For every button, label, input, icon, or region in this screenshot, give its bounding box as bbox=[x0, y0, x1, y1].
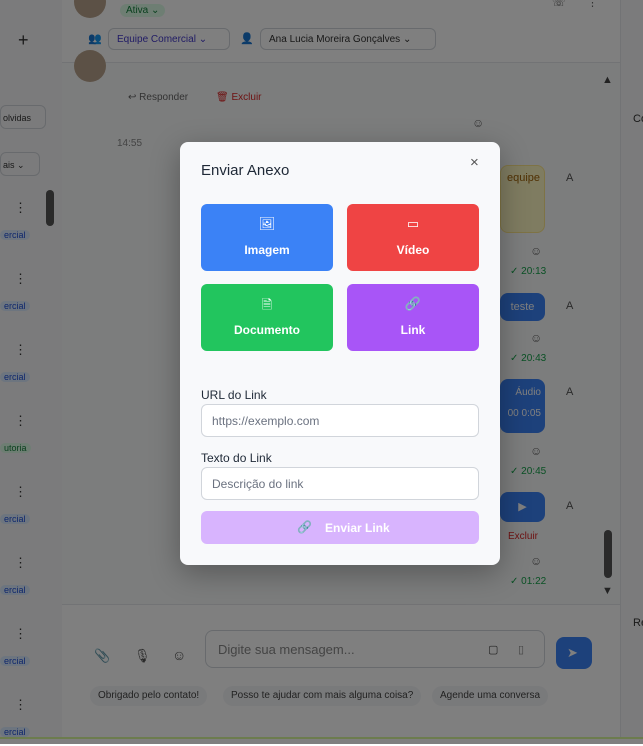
option-label: Imagem bbox=[244, 243, 290, 257]
option-document-button[interactable]: 🗎 Documento bbox=[201, 284, 333, 351]
document-icon: 🗎 bbox=[261, 297, 273, 312]
url-label: URL do Link bbox=[201, 388, 267, 402]
option-video-button[interactable]: ▭ Vídeo bbox=[347, 204, 479, 271]
option-label: Vídeo bbox=[396, 243, 430, 257]
link-text-input[interactable] bbox=[201, 467, 479, 500]
video-icon: ▭ bbox=[406, 216, 420, 231]
option-image-button[interactable]: 🖼 Imagem bbox=[201, 204, 333, 271]
close-icon[interactable]: × bbox=[470, 154, 479, 171]
send-link-label: Enviar Link bbox=[325, 521, 390, 535]
link-icon: 🔗 bbox=[297, 520, 312, 534]
option-link-button[interactable]: 🔗 Link bbox=[347, 284, 479, 351]
url-input[interactable] bbox=[201, 404, 479, 437]
link-text-label: Texto do Link bbox=[201, 451, 272, 465]
attachment-modal: Enviar Anexo × 🖼 Imagem ▭ Vídeo 🗎 Docume… bbox=[180, 142, 500, 565]
send-link-button[interactable]: 🔗 Enviar Link bbox=[201, 511, 479, 544]
option-label: Link bbox=[400, 323, 426, 337]
modal-title: Enviar Anexo bbox=[201, 162, 290, 179]
option-label: Documento bbox=[234, 323, 300, 337]
image-icon: 🖼 bbox=[258, 216, 276, 231]
link-icon: 🔗 bbox=[404, 296, 422, 311]
